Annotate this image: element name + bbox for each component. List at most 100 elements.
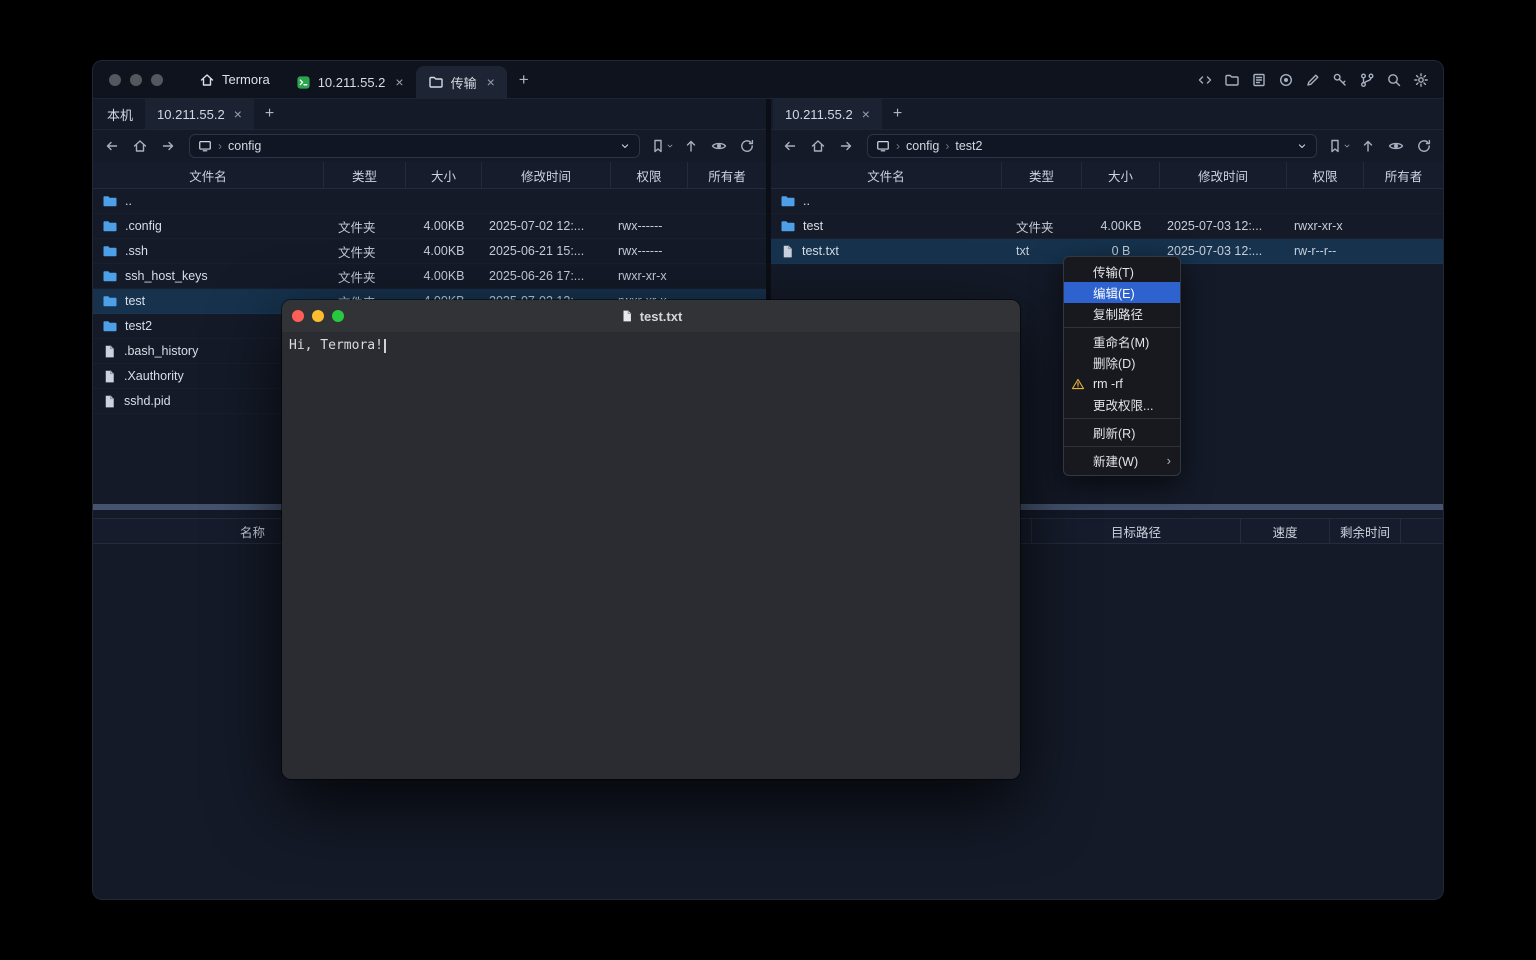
editor-titlebar[interactable]: test.txt — [282, 300, 1020, 332]
up-button[interactable] — [680, 135, 702, 157]
minimize-window-button[interactable] — [130, 74, 142, 86]
tab-close-button[interactable]: × — [487, 74, 495, 90]
breadcrumb-item[interactable]: config — [228, 139, 261, 153]
transfer-column-header[interactable]: 速度 — [1241, 519, 1330, 543]
column-header[interactable]: 类型 — [324, 162, 406, 188]
breadcrumb-item[interactable]: test2 — [955, 139, 982, 153]
show-hidden-button[interactable] — [708, 135, 730, 157]
home-button[interactable] — [807, 135, 829, 157]
tab-close-button[interactable]: × — [395, 74, 403, 90]
bookmark-button[interactable] — [650, 135, 674, 157]
editor-content-area[interactable]: Hi, Termora! — [282, 332, 1020, 779]
folder-icon — [780, 218, 796, 234]
menu-item-新建(W)[interactable]: 新建(W)› — [1064, 450, 1180, 471]
column-header[interactable]: 大小 — [406, 162, 482, 188]
file-row[interactable]: test文件夹4.00KB2025-07-03 12:...rwxr-xr-x — [771, 214, 1443, 239]
file-name-cell: .config — [93, 214, 324, 238]
column-header[interactable]: 权限 — [611, 162, 688, 188]
new-panel-tab-button[interactable]: + — [882, 99, 913, 129]
file-row[interactable]: ssh_host_keys文件夹4.00KB2025-06-26 17:...r… — [93, 264, 766, 289]
code-icon[interactable] — [1197, 72, 1213, 88]
record-icon[interactable] — [1278, 72, 1294, 88]
tab-close-button[interactable]: × — [234, 106, 242, 122]
home-tab[interactable]: Termora — [185, 61, 284, 98]
editor-close-button[interactable] — [292, 310, 304, 322]
menu-item-重命名(M)[interactable]: 重命名(M) — [1064, 331, 1180, 352]
back-button[interactable] — [101, 135, 123, 157]
menu-item-删除(D)[interactable]: 删除(D) — [1064, 352, 1180, 373]
menu-item-传输(T)[interactable]: 传输(T) — [1064, 261, 1180, 282]
column-header[interactable]: 修改时间 — [482, 162, 611, 188]
file-size-cell — [1082, 189, 1160, 213]
editor-minimize-button[interactable] — [312, 310, 324, 322]
tab-close-button[interactable]: × — [862, 106, 870, 122]
new-panel-tab-button[interactable]: + — [254, 99, 285, 129]
column-header[interactable]: 权限 — [1287, 162, 1364, 188]
column-header[interactable]: 文件名 — [93, 162, 324, 188]
file-row[interactable]: .config文件夹4.00KB2025-07-02 12:...rwx----… — [93, 214, 766, 239]
file-name: test — [803, 219, 823, 233]
forward-icon — [160, 138, 176, 154]
context-menu: 传输(T)编辑(E)复制路径重命名(M)删除(D)rm -rf更改权限... 刷新… — [1063, 256, 1181, 476]
column-header[interactable]: 所有者 — [688, 162, 766, 188]
editor-window-controls — [292, 310, 344, 322]
path-breadcrumb[interactable]: ›config›test2 — [867, 134, 1317, 158]
back-button[interactable] — [779, 135, 801, 157]
file-owner-cell — [688, 264, 766, 288]
transfer-header-spacer — [1401, 519, 1444, 543]
app-tab-10.211.55.2[interactable]: 10.211.55.2× — [284, 66, 416, 98]
bookmark-button[interactable] — [1327, 135, 1351, 157]
panel-tab-10.211.55.2[interactable]: 10.211.55.2× — [145, 99, 254, 129]
breadcrumb-separator: › — [945, 139, 949, 153]
zoom-window-button[interactable] — [151, 74, 163, 86]
titlebar-actions — [1197, 72, 1429, 88]
new-tab-button[interactable]: + — [507, 70, 541, 90]
file-row[interactable]: .. — [93, 189, 766, 214]
file-name: test.txt — [802, 244, 839, 258]
file-name: sshd.pid — [124, 394, 171, 408]
menu-item-复制路径[interactable]: 复制路径 — [1064, 303, 1180, 324]
refresh-button[interactable] — [1413, 135, 1435, 157]
close-window-button[interactable] — [109, 74, 121, 86]
pencil-icon[interactable] — [1305, 72, 1321, 88]
breadcrumb-item[interactable]: config — [906, 139, 939, 153]
column-header[interactable]: 文件名 — [771, 162, 1002, 188]
menu-item-label: 复制路径 — [1093, 304, 1143, 323]
menu-item-更改权限...[interactable]: 更改权限... — [1064, 394, 1180, 415]
file-permissions-cell — [611, 189, 688, 213]
transfer-column-header[interactable]: 剩余时间 — [1330, 519, 1401, 543]
up-button[interactable] — [1357, 135, 1379, 157]
search-icon[interactable] — [1386, 72, 1402, 88]
column-header[interactable]: 类型 — [1002, 162, 1082, 188]
transfer-column-header[interactable]: 目标路径 — [1031, 519, 1241, 543]
forward-button[interactable] — [157, 135, 179, 157]
menu-item-编辑(E)[interactable]: 编辑(E) — [1064, 282, 1180, 303]
show-hidden-button[interactable] — [1385, 135, 1407, 157]
file-row[interactable]: .ssh文件夹4.00KB2025-06-21 15:...rwx------ — [93, 239, 766, 264]
column-header[interactable]: 所有者 — [1364, 162, 1443, 188]
menu-item-刷新(R)[interactable]: 刷新(R) — [1064, 422, 1180, 443]
path-breadcrumb[interactable]: ›config — [189, 134, 640, 158]
file-name-cell: .. — [771, 189, 1002, 213]
home-button[interactable] — [129, 135, 151, 157]
app-tab-传输[interactable]: 传输× — [416, 66, 507, 98]
file-icon — [102, 369, 117, 384]
settings-icon[interactable] — [1413, 72, 1429, 88]
caret-down-icon — [619, 140, 631, 152]
log-icon[interactable] — [1251, 72, 1267, 88]
file-row[interactable]: .. — [771, 189, 1443, 214]
editor-zoom-button[interactable] — [332, 310, 344, 322]
column-header[interactable]: 大小 — [1082, 162, 1160, 188]
key-icon[interactable] — [1332, 72, 1348, 88]
forward-button[interactable] — [835, 135, 857, 157]
menu-item-rm -rf[interactable]: rm -rf — [1064, 373, 1180, 394]
menu-item-label: 刷新(R) — [1093, 423, 1135, 442]
branch-icon[interactable] — [1359, 72, 1375, 88]
window-controls — [109, 74, 163, 86]
column-header[interactable]: 修改时间 — [1160, 162, 1287, 188]
folder-outline-icon[interactable] — [1224, 72, 1240, 88]
file-size-cell — [406, 189, 482, 213]
panel-tab-10.211.55.2[interactable]: 10.211.55.2× — [773, 99, 882, 129]
refresh-button[interactable] — [736, 135, 758, 157]
panel-tab-本机[interactable]: 本机 — [95, 99, 145, 129]
